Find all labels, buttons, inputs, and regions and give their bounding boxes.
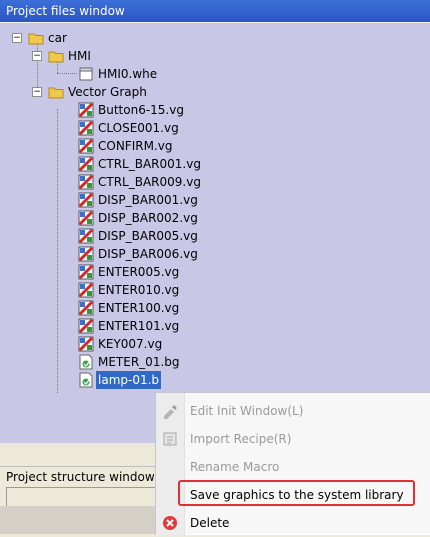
vector-graph-icon xyxy=(78,246,94,262)
tree-node-label: CTRL_BAR009.vg xyxy=(98,175,201,189)
menu-item-import-recipe[interactable]: Import Recipe(R) xyxy=(156,425,430,453)
project-files-title: Project files window xyxy=(6,4,125,18)
tree-node-label: HMI0.whe xyxy=(98,67,158,81)
tree-node-file[interactable]: Button6-15.vg xyxy=(0,101,240,119)
collapse-icon[interactable]: − xyxy=(32,51,42,61)
tree-node-file[interactable]: CLOSE001.vg xyxy=(0,119,240,137)
edit-window-icon xyxy=(164,405,177,419)
tree-node-file[interactable]: CONFIRM.vg xyxy=(0,137,240,155)
tree-node-file[interactable]: ENTER010.vg xyxy=(0,281,240,299)
tree-node-label: Vector Graph xyxy=(68,85,147,99)
vector-graph-icon xyxy=(78,210,94,226)
menu-item-label: Import Recipe(R) xyxy=(190,432,292,446)
menu-item-label: Rename Macro xyxy=(190,460,280,474)
tree-node-hmi-file[interactable]: HMI0.whe xyxy=(0,65,220,83)
tree-node-label: DISP_BAR005.vg xyxy=(98,229,198,243)
tree-node-file[interactable]: ENTER005.vg xyxy=(0,263,240,281)
tree-node-label: lamp-01.b xyxy=(96,371,162,389)
vector-graph-icon xyxy=(78,138,94,154)
tree-node-file[interactable]: KEY007.vg xyxy=(0,335,240,353)
bitmap-graph-icon xyxy=(79,354,93,370)
folder-icon xyxy=(48,87,64,99)
tree-node-label: CTRL_BAR001.vg xyxy=(98,157,201,171)
folder-icon xyxy=(28,33,44,45)
project-files-tree[interactable]: − car − HMI HMI0.whe − Vector Graph Butt… xyxy=(0,22,430,443)
tree-node-label: DISP_BAR006.vg xyxy=(98,247,198,261)
window-file-icon xyxy=(79,67,93,81)
vector-graph-icon xyxy=(78,282,94,298)
tree-node-label: CLOSE001.vg xyxy=(98,121,179,135)
tree-node-label: DISP_BAR002.vg xyxy=(98,211,198,225)
bitmap-graph-icon xyxy=(79,372,93,388)
vector-graph-icon xyxy=(78,300,94,316)
project-files-title-bar: Project files window xyxy=(0,0,430,22)
collapse-icon[interactable]: − xyxy=(32,87,42,97)
tree-node-file[interactable]: ENTER100.vg xyxy=(0,299,240,317)
vector-graph-icon xyxy=(78,156,94,172)
collapse-icon[interactable]: − xyxy=(12,33,22,43)
context-menu: Edit Init Window(L) Import Recipe(R) Ren… xyxy=(155,392,430,535)
vector-graph-icon xyxy=(78,102,94,118)
vector-graph-icon xyxy=(78,336,94,352)
tree-node-file[interactable]: DISP_BAR001.vg xyxy=(0,191,240,209)
tree-node-file-selected[interactable]: lamp-01.b xyxy=(0,371,240,389)
vector-graph-icon xyxy=(78,318,94,334)
menu-item-delete[interactable]: Delete xyxy=(156,509,430,537)
tree-node-label: KEY007.vg xyxy=(98,337,163,351)
menu-item-label: Edit Init Window(L) xyxy=(190,404,304,418)
tree-node-vector-graph[interactable]: − Vector Graph xyxy=(0,83,220,101)
menu-item-rename-macro[interactable]: Rename Macro xyxy=(156,453,430,481)
tree-node-label: DISP_BAR001.vg xyxy=(98,193,198,207)
menu-item-label: Delete xyxy=(190,516,230,530)
tree-node-file[interactable]: ENTER101.vg xyxy=(0,317,240,335)
tree-node-label: ENTER010.vg xyxy=(98,283,180,297)
tree-node-file[interactable]: DISP_BAR006.vg xyxy=(0,245,240,263)
vector-graph-icon xyxy=(78,120,94,136)
tree-node-file[interactable]: METER_01.bg xyxy=(0,353,240,371)
project-structure-label: Project structure window xyxy=(6,470,155,484)
highlight-box xyxy=(178,480,415,506)
tree-node-hmi[interactable]: − HMI xyxy=(0,47,200,65)
tree-node-label: ENTER101.vg xyxy=(98,319,180,333)
vector-graph-icon xyxy=(78,264,94,280)
tree-node-label: HMI xyxy=(68,49,91,63)
tree-node-file[interactable]: CTRL_BAR009.vg xyxy=(0,173,240,191)
tree-node-car[interactable]: − car xyxy=(0,29,200,47)
tree-node-label: car xyxy=(48,31,67,45)
vector-graph-icon xyxy=(78,192,94,208)
tree-node-label: METER_01.bg xyxy=(98,355,180,369)
tree-node-file[interactable]: DISP_BAR002.vg xyxy=(0,209,240,227)
menu-item-edit-init-window[interactable]: Edit Init Window(L) xyxy=(156,397,430,425)
tree-node-file[interactable]: CTRL_BAR001.vg xyxy=(0,155,240,173)
import-recipe-icon xyxy=(163,432,177,446)
tree-node-label: Button6-15.vg xyxy=(98,103,184,117)
delete-icon xyxy=(163,516,177,530)
tree-node-label: ENTER100.vg xyxy=(98,301,180,315)
vector-graph-icon xyxy=(78,174,94,190)
tree-node-label: CONFIRM.vg xyxy=(98,139,173,153)
tree-node-label: ENTER005.vg xyxy=(98,265,180,279)
vector-graph-icon xyxy=(78,228,94,244)
tree-node-file[interactable]: DISP_BAR005.vg xyxy=(0,227,240,245)
application-window: Project files window − car − HMI HMI0.wh… xyxy=(0,0,430,535)
folder-icon xyxy=(48,51,64,63)
